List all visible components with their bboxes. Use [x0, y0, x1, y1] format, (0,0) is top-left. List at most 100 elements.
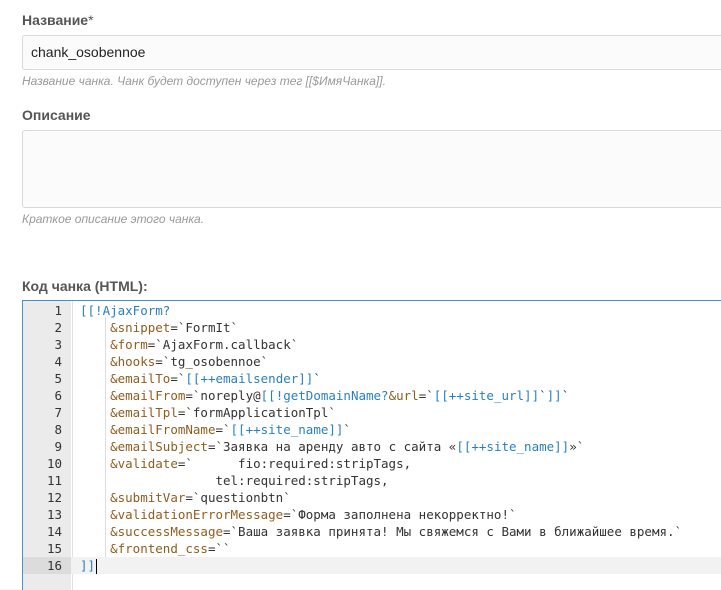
- name-help-text: Название чанка. Чанк будет доступен чере…: [22, 74, 386, 88]
- chunk-edit-panel: Название* chank_osobennoe Название чанка…: [0, 0, 721, 590]
- code-token: [[!AjaxForm?: [80, 303, 171, 318]
- code-line[interactable]: 6 &emailFrom=`noreply@[[!getDomainName?&…: [23, 387, 721, 404]
- line-number: 14: [46, 524, 62, 539]
- code-token: `: [539, 388, 547, 403]
- code-token: &frontend_css: [110, 541, 208, 556]
- code-token: [[++site_name]]: [456, 439, 570, 454]
- line-number: 9: [54, 439, 62, 454]
- code-text: &emailFrom=`noreply@[[!getDomainName?&ur…: [80, 387, 569, 404]
- code-token: =`tg_osobennoe`: [155, 354, 269, 369]
- code-token: &emailFromName: [110, 422, 216, 437]
- code-token: [[++emailsender]]: [185, 371, 314, 386]
- code-token: =`Заявка на аренду авто с сайта «: [207, 439, 457, 454]
- code-line[interactable]: 4 &hooks=`tg_osobennoe`: [23, 353, 721, 370]
- code-token: »`: [569, 439, 585, 454]
- code-text: &emailTpl=`formApplicationTpl`: [80, 404, 336, 421]
- code-text: &snippet=`FormIt`: [80, 319, 238, 336]
- code-text: tel:required:stripTags,: [80, 472, 389, 489]
- code-line[interactable]: 12 &submitVar=`questionbtn`: [23, 489, 721, 506]
- line-number: 12: [46, 490, 62, 505]
- code-token: =`: [170, 371, 186, 386]
- code-editor[interactable]: 1 [[!AjaxForm? 2 &snippet=`FormIt` 3 &form=…: [22, 300, 721, 590]
- code-token: =`: [418, 388, 434, 403]
- line-number: 2: [54, 320, 62, 335]
- code-token: [[!getDomainName?: [260, 388, 389, 403]
- code-text: &validationErrorMessage=`Форма заполнена…: [80, 506, 517, 523]
- code-token: &emailFrom: [110, 388, 186, 403]
- code-line[interactable]: 16]]: [23, 557, 721, 574]
- name-input[interactable]: chank_osobennoe: [22, 35, 721, 70]
- code-token: &emailTo: [110, 371, 171, 386]
- code-line[interactable]: 5 &emailTo=`[[++emailsender]]`: [23, 370, 721, 387]
- code-text: &frontend_css=``: [80, 540, 231, 557]
- code-line[interactable]: 11 tel:required:stripTags,: [23, 472, 721, 489]
- code-line[interactable]: 13 &validationErrorMessage=`Форма заполн…: [23, 506, 721, 523]
- code-token: `: [561, 388, 570, 403]
- code-token: &hooks: [110, 354, 156, 369]
- line-number: 3: [54, 337, 62, 352]
- code-text: &hooks=`tg_osobennoe`: [80, 353, 268, 370]
- line-number: 6: [54, 388, 62, 403]
- code-token: &snippet: [110, 320, 171, 335]
- code-line[interactable]: 2 &snippet=`FormIt`: [23, 319, 721, 336]
- line-number: 15: [46, 541, 62, 556]
- line-number: 5: [54, 371, 62, 386]
- code-line[interactable]: 10 &validate=` fio:required:stripTags,: [23, 455, 721, 472]
- code-line[interactable]: 14 &successMessage=`Ваша заявка принята!…: [23, 523, 721, 540]
- code-token: [[++site_url]]: [433, 388, 540, 403]
- code-token: &successMessage: [110, 524, 223, 539]
- code-line[interactable]: 15 &frontend_css=``: [23, 540, 721, 557]
- code-token: =` fio:required:stripTags,: [177, 456, 412, 471]
- code-token: ]]: [546, 388, 562, 403]
- code-token: &emailSubject: [110, 439, 208, 454]
- name-input-value: chank_osobennoe: [31, 44, 146, 60]
- code-token: =`AjaxForm.callback`: [147, 337, 299, 352]
- line-number: 8: [54, 422, 62, 437]
- code-text: &validate=` fio:required:stripTags,: [80, 455, 411, 472]
- code-token: &submitVar: [110, 490, 186, 505]
- code-text: &emailFromName=`[[++site_name]]`: [80, 421, 351, 438]
- line-number: 13: [46, 507, 62, 522]
- code-text: &emailSubject=`Заявка на аренду авто с с…: [80, 438, 584, 455]
- code-token: `: [343, 422, 351, 437]
- code-token: =``: [207, 541, 231, 556]
- code-label: Код чанка (HTML):: [22, 278, 148, 294]
- line-number: 16: [23, 557, 71, 574]
- line-number: 7: [54, 405, 62, 420]
- code-text: &emailTo=`[[++emailsender]]`: [80, 370, 321, 387]
- required-mark: *: [88, 12, 94, 28]
- code-token: tel:required:stripTags,: [80, 473, 389, 488]
- description-label: Описание: [22, 107, 91, 123]
- code-text: &successMessage=`Ваша заявка принята! Мы…: [80, 523, 682, 540]
- code-line[interactable]: 3 &form=`AjaxForm.callback`: [23, 336, 721, 353]
- code-token: &validationErrorMessage: [110, 507, 284, 522]
- code-token: [[++site_name]]: [230, 422, 344, 437]
- code-line[interactable]: 1 [[!AjaxForm?: [23, 302, 721, 319]
- code-token: =`Форма заполнена некорректно!`: [283, 507, 517, 522]
- code-line[interactable]: 9 &emailSubject=`Заявка на аренду авто с…: [23, 438, 721, 455]
- code-token: =`FormIt`: [170, 320, 239, 335]
- text-cursor: [96, 559, 98, 574]
- code-line[interactable]: 7 &emailTpl=`formApplicationTpl`: [23, 404, 721, 421]
- description-textarea[interactable]: [22, 130, 721, 208]
- code-token: =`questionbtn`: [185, 490, 291, 505]
- code-token: =`Ваша заявка принята! Мы свяжемся с Вам…: [223, 524, 683, 539]
- code-line[interactable]: 8 &emailFromName=`[[++site_name]]`: [23, 421, 721, 438]
- name-label: Название*: [22, 12, 94, 28]
- code-token: ]]: [80, 558, 96, 573]
- code-token: =`formApplicationTpl`: [177, 405, 336, 420]
- code-token: &validate: [110, 456, 178, 471]
- code-text: ]]: [80, 557, 98, 574]
